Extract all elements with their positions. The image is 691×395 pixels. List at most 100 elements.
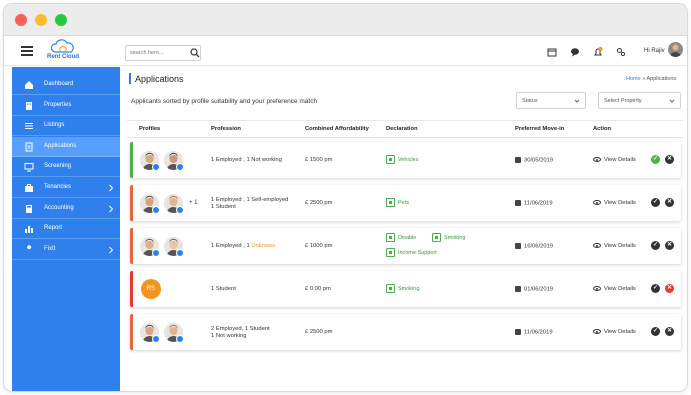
home-icon <box>25 81 33 89</box>
profession-unknown: Unknown <box>251 243 276 249</box>
header-profiles[interactable]: Profiles <box>139 126 160 132</box>
row-status-accent <box>130 142 133 178</box>
view-details-link[interactable]: View Details <box>593 329 636 336</box>
maximize-window-button[interactable] <box>55 14 67 26</box>
chevron-down-icon <box>669 99 675 103</box>
row-status-accent <box>130 228 133 264</box>
calendar-icon <box>515 243 521 249</box>
approve-icon[interactable]: ✓ <box>651 327 660 336</box>
user-avatar[interactable] <box>668 42 683 57</box>
calendar-icon <box>515 200 521 206</box>
view-details-link[interactable]: View Details <box>593 157 636 164</box>
move-in-cell: 30/05/2019 <box>515 157 553 165</box>
chat-icon[interactable] <box>570 47 580 57</box>
table-row[interactable]: RS 1 Student £ 0.00 pm Smoking 01/06/2019 Vie… <box>130 271 681 307</box>
sidebar-item-tenancies[interactable]: Tenancies <box>12 178 120 198</box>
breadcrumb-home-link[interactable]: Home <box>626 76 641 82</box>
approve-icon[interactable]: ✓ <box>651 198 660 207</box>
view-details-link[interactable]: View Details <box>593 200 636 207</box>
notification-bell-icon[interactable] <box>593 47 603 57</box>
declaration-icon <box>386 198 395 207</box>
avatar-initials[interactable]: RS <box>141 279 161 299</box>
table-row[interactable]: 1 Employed , 1 Not working £ 1500 pm Vehic… <box>130 142 681 178</box>
approve-icon[interactable]: ✓ <box>651 284 660 293</box>
profession-line-1: 1 Employed , 1 <box>211 243 252 249</box>
sidebar-item-label: Screening <box>44 163 72 170</box>
status-filter-select[interactable]: Status <box>516 92 586 109</box>
minimize-window-button[interactable] <box>35 14 47 26</box>
table-row[interactable]: 2 Employed, 1 Student 1 Not working £ 2500… <box>130 314 681 350</box>
header-declaration[interactable]: Declaration <box>386 126 418 132</box>
sidebar-item-accounting[interactable]: Accounting <box>12 199 120 219</box>
calendar-icon <box>515 329 521 335</box>
reject-icon[interactable]: ✕ <box>665 155 674 164</box>
profession-line-1: 1 Employed , 1 Self-employed <box>211 197 289 203</box>
header-affordability[interactable]: Combined Affordability <box>305 126 369 132</box>
search-input[interactable] <box>126 46 188 60</box>
calendar-icon[interactable] <box>547 47 557 57</box>
affordability-cell: £ 0.00 pm <box>305 286 331 292</box>
declaration-tag: Pets <box>386 198 409 207</box>
property-filter-select[interactable]: Select Property <box>598 92 681 109</box>
reject-icon[interactable]: ✕ <box>665 327 674 336</box>
header-move-in[interactable]: Preferred Move-in <box>515 126 564 132</box>
reject-icon[interactable]: ✕ <box>665 241 674 250</box>
sidebar-item-label: Listings <box>44 122 65 129</box>
header-profession[interactable]: Profession <box>211 126 241 132</box>
window-titlebar <box>4 4 687 36</box>
additional-applicants-count[interactable]: + 1 <box>189 200 198 206</box>
header-action[interactable]: Action <box>593 126 611 132</box>
profession-line-2: 1 Student <box>211 204 236 210</box>
table-header: Profiles Profession Combined Affordabili… <box>127 120 683 138</box>
approve-icon[interactable]: ✓ <box>651 241 660 250</box>
building-icon <box>26 101 32 110</box>
profession-cell: 1 Employed , 1 Not working <box>211 157 282 164</box>
sidebar-item-screening[interactable]: Screening <box>12 157 120 178</box>
verified-badge-icon <box>152 206 160 214</box>
sidebar-item-properties[interactable]: Properties <box>12 96 120 116</box>
approve-icon[interactable]: ✓ <box>651 155 660 164</box>
affordability-cell: £ 1000 pm <box>305 243 333 249</box>
declaration-tag: Smoking <box>386 284 419 293</box>
eye-icon <box>593 329 601 334</box>
declaration-tag: Disable <box>386 233 416 242</box>
view-details-link[interactable]: View Details <box>593 243 636 250</box>
top-navigation-bar: Rent Cloud Hi Rajiv <box>4 36 687 66</box>
page-subtitle: Applicants sorted by profile suitability… <box>131 98 318 105</box>
move-in-cell: 16/06/2019 <box>515 243 553 251</box>
property-filter-value: Select Property <box>604 98 642 104</box>
sidebar-item-dashboard[interactable]: Dashboard <box>12 75 120 95</box>
briefcase-icon <box>25 184 33 192</box>
chevron-right-icon <box>109 205 114 212</box>
reject-icon[interactable]: ✕ <box>665 284 674 293</box>
calendar-icon <box>515 157 521 163</box>
sidebar-item-report[interactable]: Report <box>12 219 120 240</box>
row-status-accent <box>130 314 133 350</box>
view-details-link[interactable]: View Details <box>593 286 636 293</box>
table-row[interactable]: + 1 1 Employed , 1 Self-employed 1 Student… <box>130 185 681 221</box>
sidebar-item-listings[interactable]: Listings <box>12 116 120 137</box>
profession-line-2: 1 Not working <box>211 333 247 339</box>
user-greeting[interactable]: Hi Rajiv <box>644 48 665 54</box>
chevron-right-icon <box>109 246 114 254</box>
profession-cell: 2 Employed, 1 Student 1 Not working <box>211 326 270 340</box>
reject-icon[interactable]: ✕ <box>665 198 674 207</box>
search-icon[interactable] <box>190 48 200 58</box>
page-title: Applications <box>135 74 184 84</box>
sidebar-item-applications[interactable]: Applications <box>12 136 120 157</box>
sidebar-item-label: Properties <box>44 101 72 108</box>
declaration-icon <box>432 233 441 242</box>
affordability-cell: £ 2500 pm <box>305 200 333 206</box>
eye-icon <box>593 286 601 291</box>
menu-icon[interactable] <box>21 46 33 56</box>
close-window-button[interactable] <box>15 14 27 26</box>
chevron-down-icon <box>574 99 580 103</box>
app-logo[interactable]: Rent Cloud <box>46 39 80 63</box>
sidebar-item-fixit[interactable]: FixIt <box>12 240 120 260</box>
affordability-cell: £ 1500 pm <box>305 157 333 163</box>
declaration-tag: Vehicles <box>386 155 419 164</box>
search-box[interactable] <box>125 45 201 61</box>
sidebar-item-label: Tenancies <box>44 184 72 190</box>
settings-icon[interactable] <box>616 47 626 57</box>
table-row[interactable]: 1 Employed , 1 Unknown £ 1000 pm Disable Sm… <box>130 228 681 264</box>
